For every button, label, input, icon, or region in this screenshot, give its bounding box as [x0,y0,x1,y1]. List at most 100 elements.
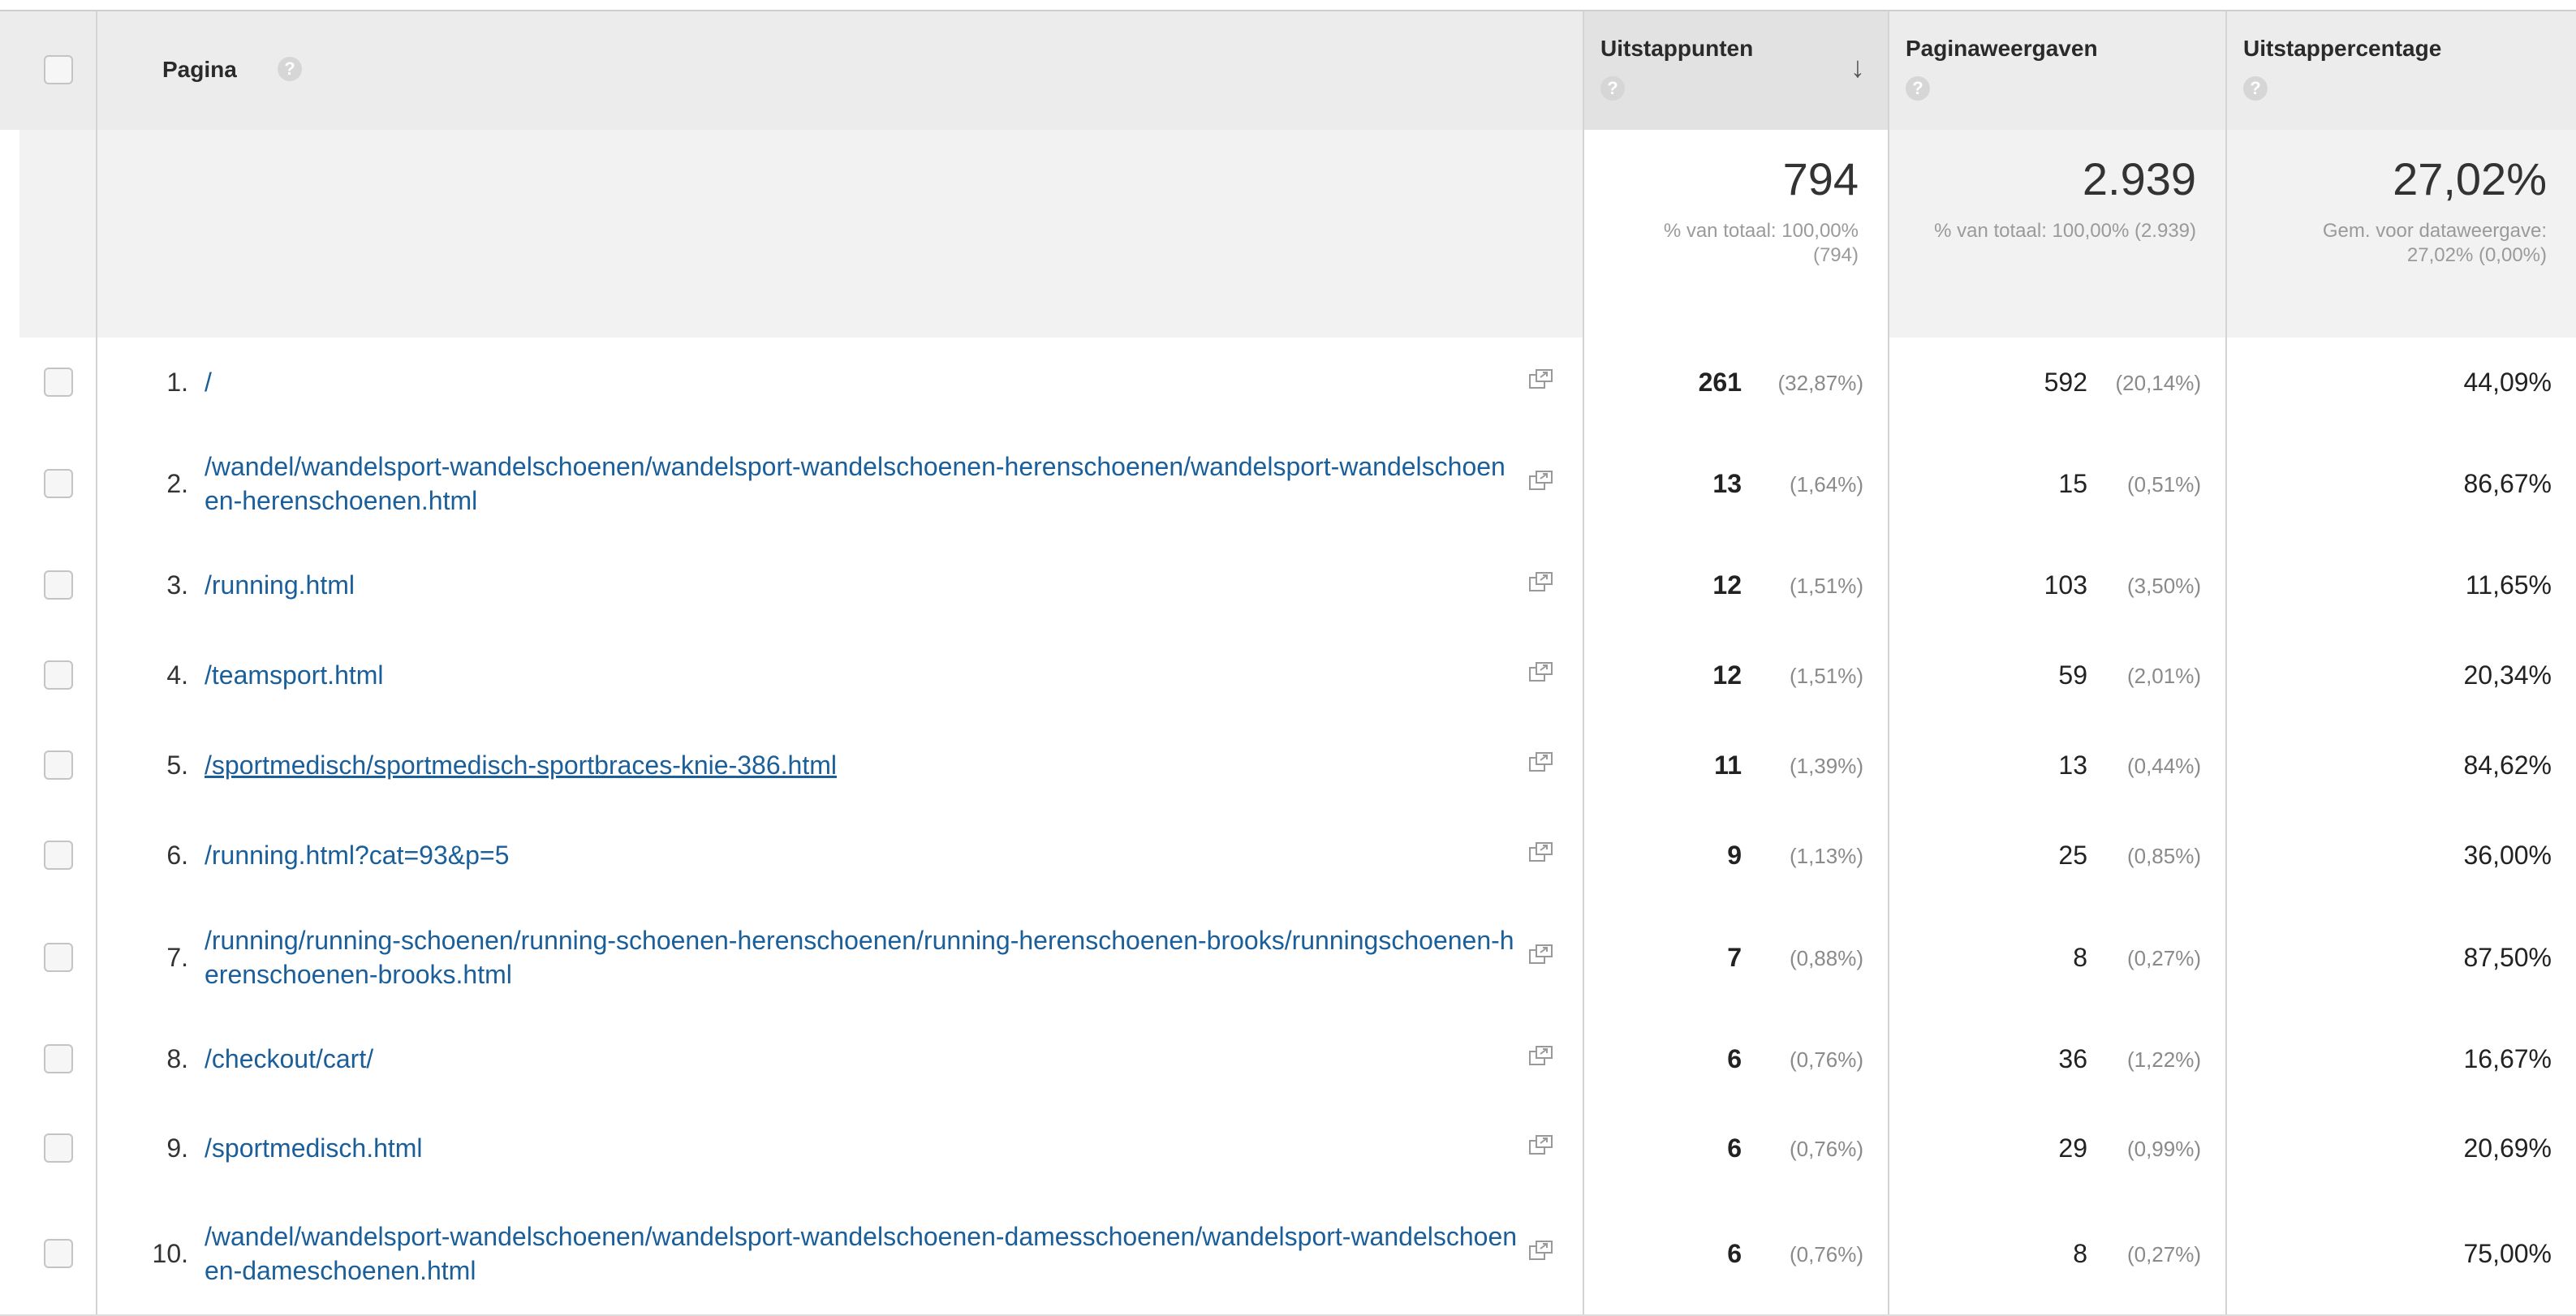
open-in-new-window-icon[interactable] [1529,369,1553,390]
row-exits-cell: 6 (0,76%) [1584,1014,1889,1103]
checkbox-icon[interactable] [44,750,73,780]
header-exit-rate-cell[interactable]: Uitstappercentage ? [2227,11,2576,131]
row-exits-cell: 6 (0,76%) [1584,1193,1889,1314]
row-exits-value: 6 [1727,1239,1742,1268]
row-pageviews-cell: 8 (0,27%) [1889,1193,2227,1314]
row-index: 9. [166,1133,188,1163]
checkbox-icon[interactable] [44,1239,73,1268]
open-in-new-window-icon[interactable] [1529,471,1553,492]
row-exits-percent: (0,76%) [1789,1137,1863,1161]
row-exits-cell: 9 (1,13%) [1584,810,1889,901]
row-exits-value: 12 [1712,660,1742,690]
page-path-link[interactable]: /checkout/cart/ [205,1042,1519,1076]
row-exits-value: 12 [1712,570,1742,600]
table-row: 8. /checkout/cart/6 (0,76%) 36 (1,22%) 16,67% [0,1014,2576,1105]
open-in-new-window-icon[interactable] [1529,662,1553,683]
help-icon[interactable]: ? [1906,76,1930,101]
row-exit-rate-value: 75,00% [2463,1239,2552,1268]
table-row: 3. /running.html 12 (1,51%) 103 (3,50%) 11,65% [0,540,2576,631]
page-path-link[interactable]: /teamsport.html [205,658,1519,692]
row-pageviews-percent: (20,14%) [2115,371,2202,395]
row-index: 5. [166,750,188,780]
table-row: 9. /sportmedisch.html 6 (0,76%) 29 (0,99%) 20,… [0,1103,2576,1194]
row-exit-rate-cell: 86,67% [2227,427,2576,540]
open-in-new-window-icon[interactable] [1529,1241,1553,1262]
row-page-cell: 5. /sportmedisch/sportmedisch-sportbraces… [97,720,1584,810]
checkbox-icon[interactable] [44,570,73,600]
row-exit-rate-value: 44,09% [2463,368,2552,397]
row-exit-rate-cell: 11,65% [2227,540,2576,630]
page-path-link[interactable]: /running.html [205,568,1519,602]
row-index: 7. [166,943,188,972]
row-exits-percent: (1,13%) [1789,844,1863,868]
page-path-link[interactable]: /sportmedisch.html [205,1131,1519,1165]
open-in-new-window-icon[interactable] [1529,842,1553,863]
open-in-new-window-icon[interactable] [1529,1135,1553,1156]
row-pageviews-value: 592 [2044,368,2087,397]
header-pageviews-cell[interactable]: Paginaweergaven ? [1889,11,2227,131]
checkbox-icon[interactable] [44,943,73,972]
row-index: 8. [166,1044,188,1073]
page-path-link[interactable]: /wandel/wandelsport-wandelschoenen/wande… [205,449,1519,518]
checkbox-icon[interactable] [44,660,73,690]
row-exit-rate-value: 87,50% [2463,943,2552,972]
totals-exits-cell: 794 % van totaal: 100,00% (794) [1584,130,1889,338]
totals-exits-value: 794 [1782,153,1859,204]
checkbox-icon[interactable] [44,368,73,397]
row-pageviews-value: 25 [2058,841,2087,870]
help-icon[interactable]: ? [1600,76,1625,101]
open-in-new-window-icon[interactable] [1529,944,1553,965]
totals-exit-rate-sub: Gem. voor dataweergave: 27,02% (0,00%) [2322,220,2547,266]
row-pageviews-cell: 15 (0,51%) [1889,427,2227,540]
help-icon[interactable]: ? [278,57,302,81]
row-page-cell: 9. /sportmedisch.html [97,1103,1584,1193]
row-exits-percent: (1,51%) [1789,664,1863,688]
row-page-cell: 4. /teamsport.html [97,630,1584,720]
page-path-link[interactable]: / [205,365,1519,399]
row-exits-value: 7 [1727,943,1742,972]
row-exit-rate-cell: 84,62% [2227,720,2576,810]
header-exits-cell[interactable]: Uitstappunten ? ↓ [1584,11,1889,131]
row-pageviews-cell: 59 (2,01%) [1889,630,2227,720]
row-page-cell: 8. /checkout/cart/ [97,1014,1584,1103]
page-path-link[interactable]: /sportmedisch/sportmedisch-sportbraces-k… [205,748,1519,782]
open-in-new-window-icon[interactable] [1529,1046,1553,1067]
totals-exits-sub: % van totaal: 100,00% (794) [1663,220,1859,266]
open-in-new-window-icon[interactable] [1529,752,1553,773]
checkbox-icon[interactable] [44,841,73,870]
row-pageviews-value: 15 [2058,469,2087,498]
row-pageviews-cell: 36 (1,22%) [1889,1014,2227,1103]
row-exit-rate-cell: 16,67% [2227,1014,2576,1103]
page-path-link[interactable]: /wandel/wandelsport-wandelschoenen/wande… [205,1219,1519,1288]
row-exit-rate-cell: 44,09% [2227,338,2576,427]
row-exit-rate-cell: 75,00% [2227,1193,2576,1314]
row-exits-percent: (0,76%) [1789,1242,1863,1267]
row-checkbox-cell [19,901,97,1014]
exit-pages-table: Pagina ? Uitstappunten ? ↓ Paginaweergav… [0,0,2576,1316]
row-pageviews-cell: 103 (3,50%) [1889,540,2227,630]
sort-down-arrow-icon[interactable]: ↓ [1850,50,1865,84]
row-exits-percent: (0,76%) [1789,1047,1863,1072]
checkbox-icon[interactable] [44,1044,73,1073]
table-row: 7. /running/running-schoenen/running-scho… [0,901,2576,1016]
checkbox-icon[interactable] [44,469,73,498]
row-exits-cell: 12 (1,51%) [1584,630,1889,720]
row-pageviews-value: 13 [2058,750,2087,780]
select-all-checkbox[interactable] [44,55,73,84]
checkbox-icon[interactable] [44,1133,73,1163]
help-icon[interactable]: ? [2243,76,2268,101]
open-in-new-window-icon[interactable] [1529,572,1553,593]
row-index: 1. [166,368,188,397]
header-exit-rate-label: Uitstappercentage [2243,36,2442,61]
page-path-link[interactable]: /running.html?cat=93&p=5 [205,838,1519,872]
header-page-cell[interactable]: Pagina ? [97,11,1584,131]
row-index: 4. [166,660,188,690]
row-exits-percent: (1,64%) [1789,472,1863,497]
row-pageviews-percent: (0,27%) [2126,1242,2201,1267]
row-exits-cell: 7 (0,88%) [1584,901,1889,1014]
row-pageviews-cell: 29 (0,99%) [1889,1103,2227,1193]
page-path-link[interactable]: /running/running-schoenen/running-schoen… [205,923,1519,991]
header-page-label: Pagina [162,57,237,82]
row-pageviews-value: 36 [2058,1044,2087,1073]
row-exits-value: 261 [1698,368,1742,397]
